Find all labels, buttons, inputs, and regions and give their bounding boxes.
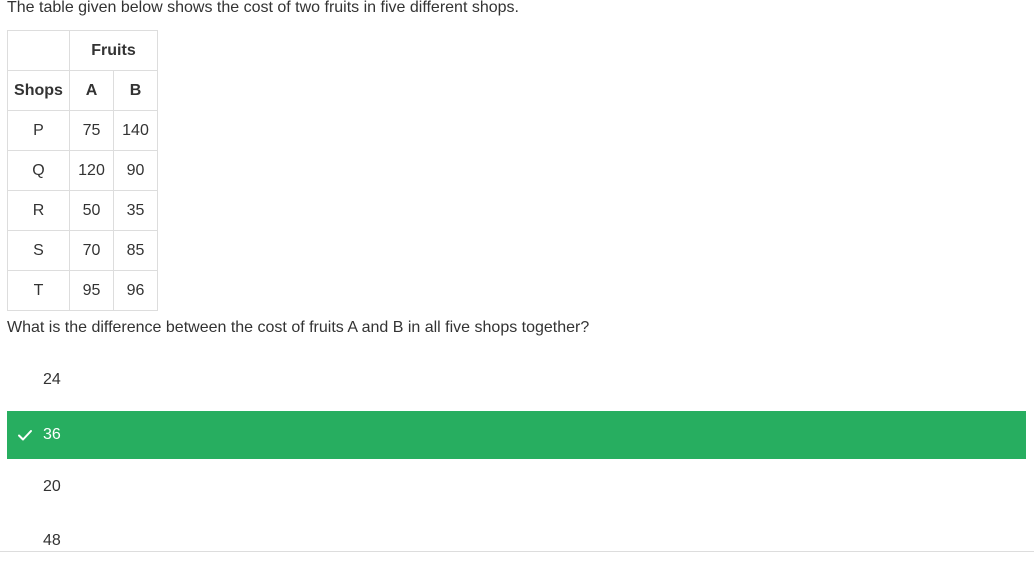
fruit-b-cost-cell: 140 bbox=[113, 110, 158, 151]
table-row: R 50 35 bbox=[7, 190, 158, 231]
fruit-b-cost-cell: 90 bbox=[113, 150, 158, 191]
answer-option-1[interactable]: 24 bbox=[7, 356, 1026, 404]
table-row: Q 120 90 bbox=[7, 150, 158, 191]
answer-option-4[interactable]: 48 bbox=[7, 517, 1026, 565]
table-row: P 75 140 bbox=[7, 110, 158, 151]
fruit-a-cost-cell: 95 bbox=[69, 270, 114, 311]
table-column-header-row: Shops A B bbox=[7, 70, 158, 111]
answer-option-label: 24 bbox=[43, 371, 61, 388]
shop-cell: Q bbox=[7, 150, 70, 191]
shop-cell: T bbox=[7, 270, 70, 311]
fruit-a-column-header: A bbox=[69, 70, 114, 111]
fruit-b-cost-cell: 35 bbox=[113, 190, 158, 231]
question-text: What is the difference between the cost … bbox=[7, 319, 590, 336]
table-corner-cell bbox=[7, 30, 70, 71]
fruit-a-cost-cell: 50 bbox=[69, 190, 114, 231]
shop-cell: R bbox=[7, 190, 70, 231]
fruit-a-cost-cell: 120 bbox=[69, 150, 114, 191]
check-icon bbox=[18, 430, 32, 441]
answer-option-label: 36 bbox=[43, 426, 61, 443]
fruit-a-cost-cell: 75 bbox=[69, 110, 114, 151]
table-row: S 70 85 bbox=[7, 230, 158, 271]
fruit-b-cost-cell: 96 bbox=[113, 270, 158, 311]
bottom-divider bbox=[0, 551, 1034, 552]
shops-column-header: Shops bbox=[7, 70, 70, 111]
fruit-a-cost-cell: 70 bbox=[69, 230, 114, 271]
fruit-cost-table: Fruits Shops A B P 75 140 Q 120 90 R 50 … bbox=[7, 30, 158, 311]
answer-option-label: 20 bbox=[43, 478, 61, 495]
answer-option-2-correct[interactable]: 36 bbox=[7, 411, 1026, 459]
answer-option-label: 48 bbox=[43, 532, 61, 549]
table-header-row: Fruits bbox=[7, 30, 158, 71]
table-row: T 95 96 bbox=[7, 270, 158, 311]
fruits-group-header: Fruits bbox=[69, 30, 158, 71]
intro-text: The table given below shows the cost of … bbox=[7, 0, 519, 16]
fruit-b-cost-cell: 85 bbox=[113, 230, 158, 271]
shop-cell: P bbox=[7, 110, 70, 151]
shop-cell: S bbox=[7, 230, 70, 271]
fruit-b-column-header: B bbox=[113, 70, 158, 111]
answer-option-3[interactable]: 20 bbox=[7, 463, 1026, 511]
